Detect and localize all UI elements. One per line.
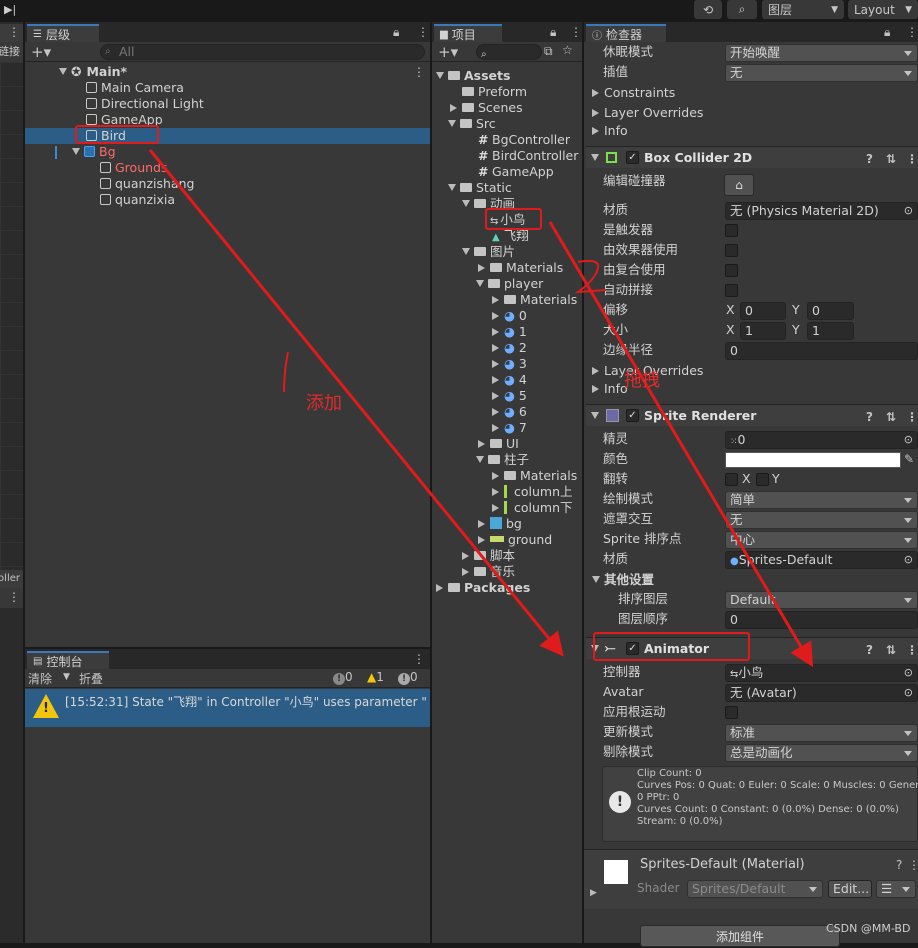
arrow-drag [548, 221, 814, 668]
arrow-add [148, 149, 564, 657]
annotation-text-drag: 拖拽 [624, 370, 660, 391]
annotation-mark-one [283, 351, 289, 393]
annotation-text-add: 添加 [306, 393, 342, 414]
annotation-arrows [148, 149, 814, 668]
